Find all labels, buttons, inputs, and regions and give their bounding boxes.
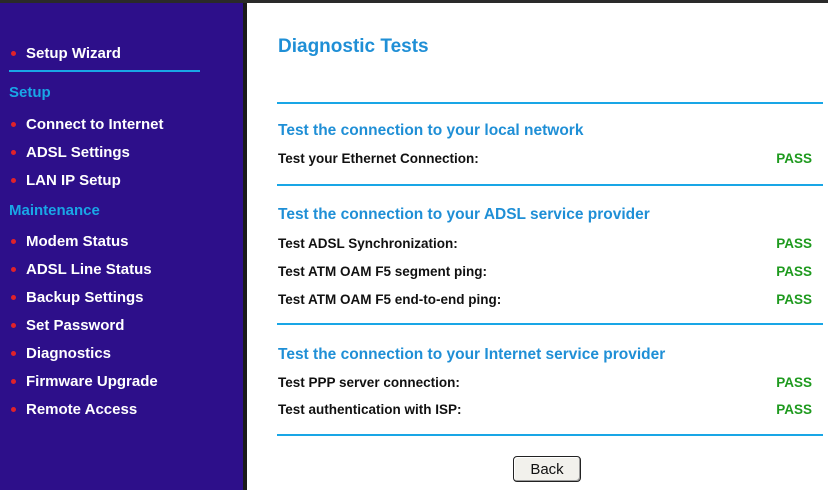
test-label-isp-authentication: Test authentication with ISP: [278,402,462,417]
section-title-local-network: Test the connection to your local networ… [278,122,584,139]
bullet-icon [11,267,16,272]
sidebar-item-backup-settings[interactable]: Backup Settings [11,287,144,309]
sidebar-item-diagnostics[interactable]: Diagnostics [11,343,112,365]
bullet-icon [11,122,16,127]
section-title-internet-provider: Test the connection to your Internet ser… [278,346,666,363]
test-result-oam-segment-ping: PASS [776,264,812,279]
section-title-adsl-provider: Test the connection to your ADSL service… [278,206,650,223]
sidebar-item-label: Set Password [26,317,125,334]
sidebar-item-label: Setup Wizard [26,45,121,62]
bullet-icon [11,351,16,356]
sidebar-item-label: Connect to Internet [26,116,164,133]
test-result-ethernet: PASS [776,151,812,166]
test-label-oam-segment-ping: Test ATM OAM F5 segment ping: [278,264,487,279]
main-content: Diagnostic Tests Test the connection to … [247,3,828,490]
bullet-icon [11,51,16,56]
sidebar-item-connect-to-internet[interactable]: Connect to Internet [11,114,164,136]
page-title: Diagnostic Tests [278,36,429,57]
bullet-icon [11,379,16,384]
sidebar-item-lan-ip-setup[interactable]: LAN IP Setup [11,170,121,192]
bullet-icon [11,295,16,300]
section-divider [277,184,823,186]
sidebar-item-firmware-upgrade[interactable]: Firmware Upgrade [11,371,158,393]
bullet-icon [11,178,16,183]
sidebar-item-label: Remote Access [26,401,138,418]
bullet-icon [11,239,16,244]
test-label-adsl-sync: Test ADSL Synchronization: [278,236,458,251]
sidebar-item-setup-wizard[interactable]: Setup Wizard [11,43,121,65]
bullet-icon [11,323,16,328]
test-result-adsl-sync: PASS [776,236,812,251]
sidebar-divider [9,70,200,72]
sidebar-heading-setup: Setup [9,84,51,101]
sidebar-item-label: Diagnostics [26,345,112,362]
test-label-ethernet: Test your Ethernet Connection: [278,151,479,166]
sidebar-item-label: ADSL Settings [26,144,130,161]
sidebar-item-label: ADSL Line Status [26,261,152,278]
test-result-oam-end-to-end-ping: PASS [776,292,812,307]
bullet-icon [11,407,16,412]
test-label-ppp-server: Test PPP server connection: [278,375,460,390]
bullet-icon [11,150,16,155]
section-divider [277,102,823,104]
sidebar-item-label: LAN IP Setup [26,172,121,189]
sidebar-item-label: Firmware Upgrade [26,373,158,390]
sidebar-item-adsl-settings[interactable]: ADSL Settings [11,142,130,164]
back-button[interactable]: Back [513,456,581,482]
sidebar-nav: Setup Wizard Setup Connect to Internet A… [0,3,247,490]
sidebar-item-set-password[interactable]: Set Password [11,315,125,337]
sidebar-item-label: Modem Status [26,233,129,250]
test-result-isp-authentication: PASS [776,402,812,417]
section-divider [277,323,823,325]
sidebar-item-label: Backup Settings [26,289,144,306]
sidebar-heading-maintenance: Maintenance [9,202,100,219]
test-label-oam-end-to-end-ping: Test ATM OAM F5 end-to-end ping: [278,292,502,307]
test-result-ppp-server: PASS [776,375,812,390]
sidebar-item-remote-access[interactable]: Remote Access [11,399,138,421]
sidebar-item-adsl-line-status[interactable]: ADSL Line Status [11,259,152,281]
section-divider [277,434,823,436]
sidebar-item-modem-status[interactable]: Modem Status [11,231,129,253]
